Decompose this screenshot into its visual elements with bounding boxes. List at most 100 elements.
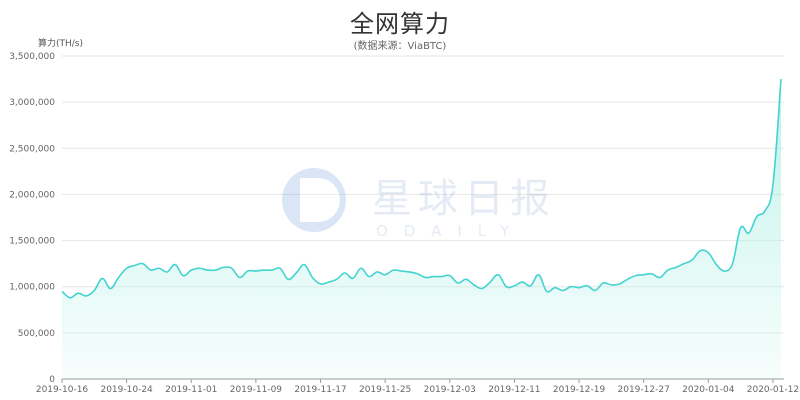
data-point — [627, 279, 628, 280]
y-tick-labels: 0 500,000 1,000,000 1,500,000 2,000,000 2,500… — [9, 52, 55, 385]
data-point — [498, 274, 499, 275]
data-point — [166, 271, 167, 272]
data-point — [772, 185, 773, 186]
data-point — [425, 277, 426, 278]
data-point — [457, 282, 458, 283]
data-point — [611, 284, 612, 285]
data-point — [126, 268, 127, 269]
data-point — [344, 272, 345, 273]
data-point — [280, 268, 281, 269]
data-point — [716, 264, 717, 265]
data-point — [183, 275, 184, 276]
data-point — [69, 297, 70, 298]
data-point — [255, 270, 256, 271]
y-axis-label: 算力(TH/s) — [38, 37, 83, 49]
data-point — [376, 271, 377, 272]
data-point — [304, 264, 305, 265]
x-tick-label: 2019-10-16 — [36, 385, 89, 395]
data-point — [247, 270, 248, 271]
data-point — [199, 268, 200, 269]
data-point — [514, 285, 515, 286]
data-point — [110, 288, 111, 289]
data-point — [433, 276, 434, 277]
y-tick-label: 0 — [49, 375, 55, 385]
data-point — [578, 287, 579, 288]
data-point — [506, 286, 507, 287]
data-point — [94, 290, 95, 291]
data-point — [288, 279, 289, 280]
data-point — [158, 268, 159, 269]
data-point — [385, 274, 386, 275]
data-point — [409, 271, 410, 272]
data-point — [328, 282, 329, 283]
watermark-en-text: ODAILY — [376, 222, 525, 240]
data-point — [352, 278, 353, 279]
data-point — [667, 270, 668, 271]
y-tick-label: 2,000,000 — [9, 190, 55, 200]
data-point — [336, 279, 337, 280]
data-point — [61, 291, 62, 292]
data-point — [708, 252, 709, 253]
data-point — [263, 270, 264, 271]
y-tick-label: 3,500,000 — [9, 52, 55, 62]
data-point — [78, 293, 79, 294]
y-tick-label: 3,000,000 — [9, 98, 55, 108]
data-point — [312, 277, 313, 278]
data-point — [142, 263, 143, 264]
data-point — [134, 265, 135, 266]
x-tick-label: 2019-12-03 — [424, 385, 476, 395]
data-point — [449, 275, 450, 276]
y-tick-label: 1,000,000 — [9, 283, 55, 293]
data-point — [780, 78, 781, 79]
data-point — [86, 295, 87, 296]
data-point — [546, 291, 547, 292]
data-point — [530, 285, 531, 286]
data-point — [756, 216, 757, 217]
y-tick-label: 2,500,000 — [9, 144, 55, 154]
data-point — [118, 277, 119, 278]
data-point — [360, 268, 361, 269]
data-point — [643, 274, 644, 275]
data-point — [724, 270, 725, 271]
data-point — [595, 290, 596, 291]
data-point — [191, 270, 192, 271]
data-point — [465, 279, 466, 280]
x-tick-label: 2020-01-04 — [682, 385, 735, 395]
data-point — [748, 233, 749, 234]
data-point — [683, 263, 684, 264]
x-tick-label: 2019-11-09 — [230, 385, 283, 395]
data-point — [102, 278, 103, 279]
data-point — [651, 273, 652, 274]
data-point — [570, 286, 571, 287]
x-tick-label: 2019-11-01 — [165, 385, 217, 395]
x-tick-label: 2019-12-11 — [488, 385, 540, 395]
data-point — [619, 283, 620, 284]
data-point — [368, 276, 369, 277]
y-tick-label: 1,500,000 — [9, 237, 55, 247]
x-tick-label: 2019-11-17 — [294, 385, 346, 395]
data-point — [207, 270, 208, 271]
data-point — [675, 267, 676, 268]
data-point — [271, 270, 272, 271]
data-point — [700, 250, 701, 251]
x-tick-label: 2019-10-24 — [100, 385, 153, 395]
data-point — [150, 270, 151, 271]
data-point — [393, 270, 394, 271]
data-point — [175, 264, 176, 265]
data-point — [554, 287, 555, 288]
data-point — [239, 277, 240, 278]
data-point — [481, 288, 482, 289]
watermark-cn-text: 星球日报 — [372, 176, 556, 222]
x-tick-label: 2019-12-19 — [553, 385, 606, 395]
data-point — [320, 283, 321, 284]
data-point — [764, 210, 765, 211]
data-point — [740, 227, 741, 228]
data-point — [215, 270, 216, 271]
data-point — [562, 290, 563, 291]
hashrate-chart: 算力(TH/s) 0 500,000 1,000,000 1,500,000 2,000… — [9, 37, 799, 395]
data-point — [603, 282, 604, 283]
data-point — [441, 276, 442, 277]
odaily-watermark: 星球日报 ODAILY — [282, 168, 556, 240]
data-point — [522, 282, 523, 283]
x-tick-label: 2019-12-27 — [618, 385, 670, 395]
